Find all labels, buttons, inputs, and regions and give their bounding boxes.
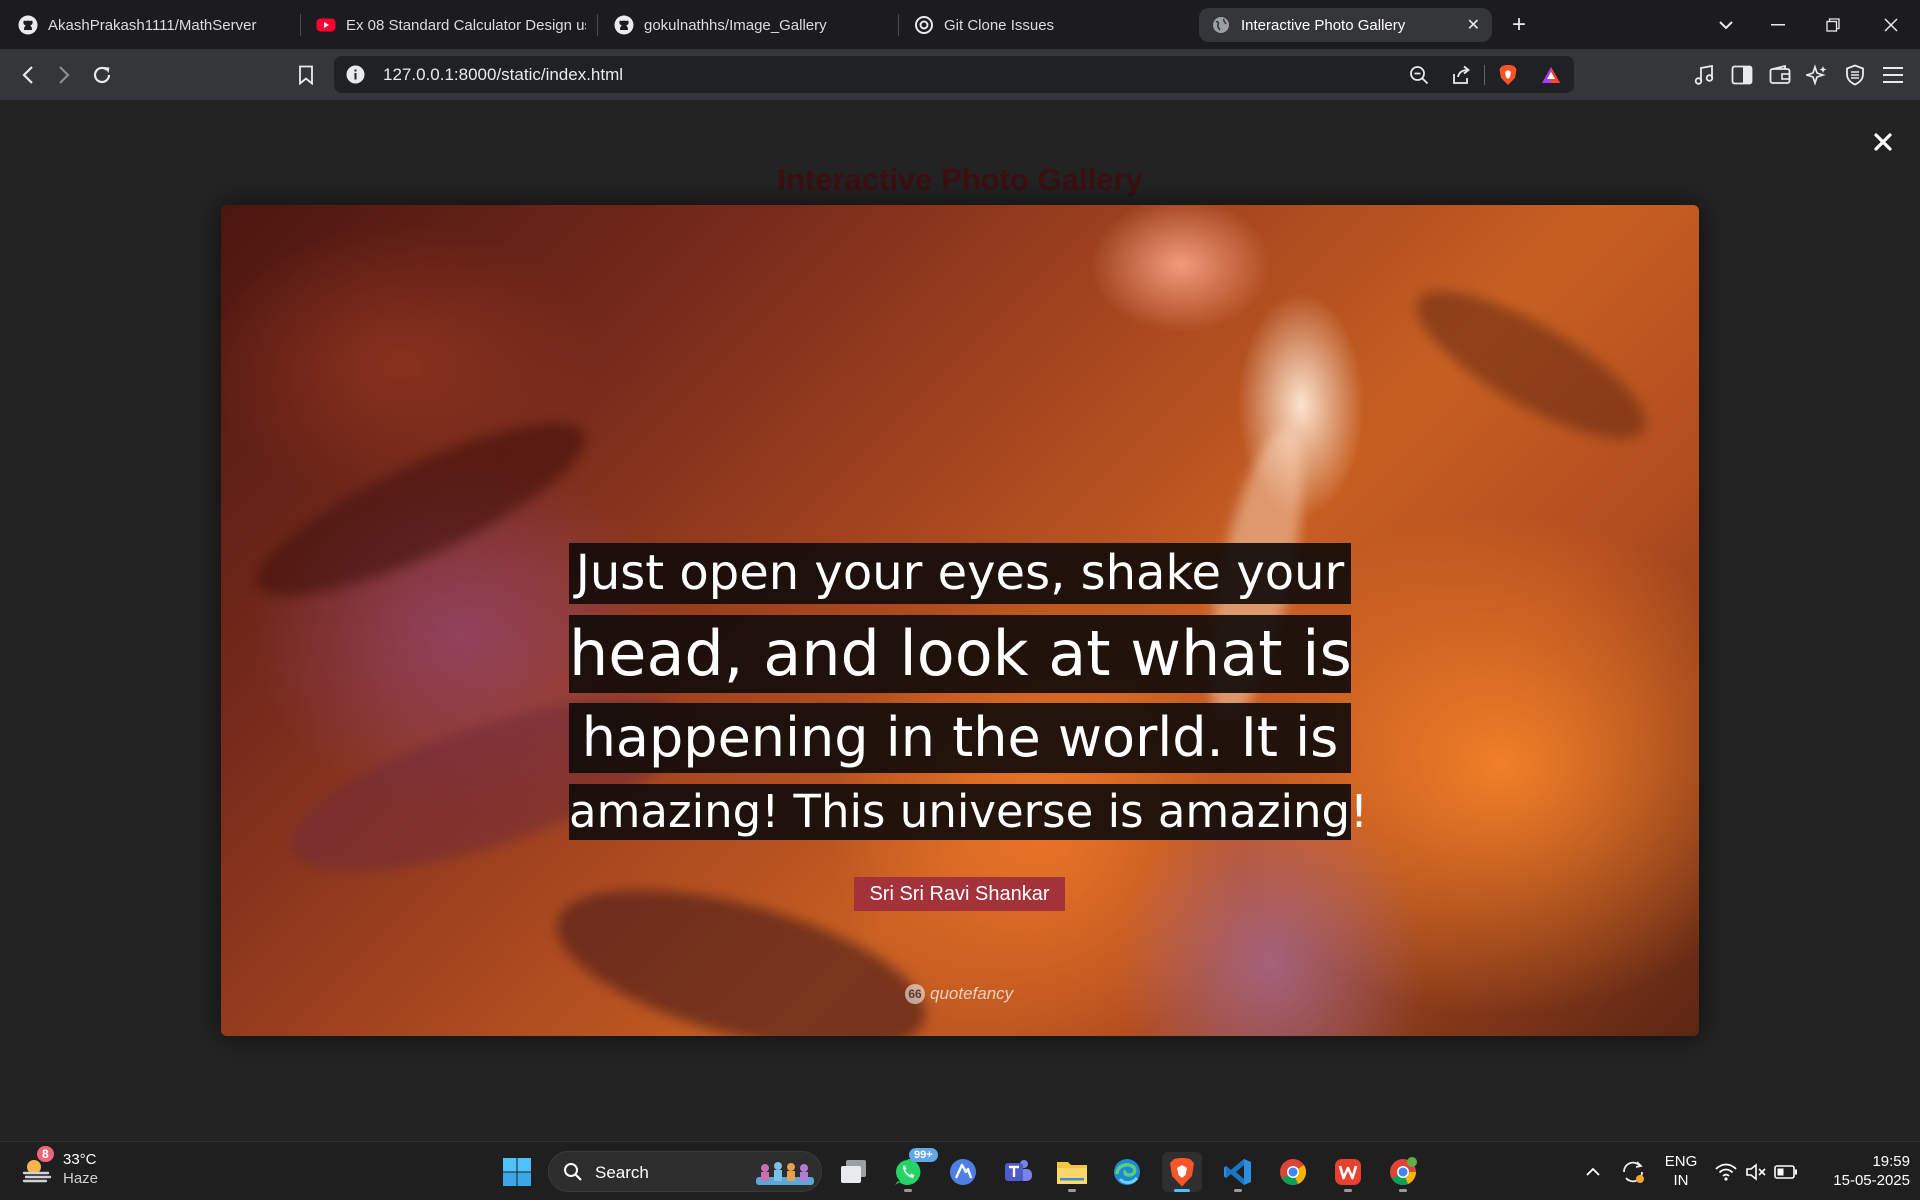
address-bar[interactable]: 127.0.0.1:8000/static/index.html xyxy=(334,56,1574,93)
wps-office-icon[interactable] xyxy=(1328,1152,1368,1192)
media-music-icon[interactable] xyxy=(1690,61,1718,89)
copilot-app-icon[interactable] xyxy=(943,1152,983,1192)
clock[interactable]: 19:59 15-05-2025 xyxy=(1812,1152,1910,1190)
show-hidden-icons-chevron-icon[interactable] xyxy=(1573,1152,1613,1192)
whatsapp-badge: 99+ xyxy=(909,1148,938,1162)
brave-shields-icon[interactable] xyxy=(1497,64,1519,86)
lightbox-close-icon[interactable] xyxy=(1870,129,1896,155)
running-indicator xyxy=(1344,1189,1352,1192)
quote-line: head, and look at what is xyxy=(569,615,1352,693)
windows-taskbar: 8 33°C Haze Search 99+ ENG IN 19:59 15-0… xyxy=(0,1141,1920,1200)
tab-close-icon[interactable]: ✕ xyxy=(1467,15,1480,35)
restore-button[interactable] xyxy=(1818,10,1848,40)
battery-icon[interactable] xyxy=(1768,1152,1804,1192)
github-icon xyxy=(614,15,634,35)
search-highlight-people-icon xyxy=(756,1159,814,1190)
browser-toolbar: 127.0.0.1:8000/static/index.html xyxy=(0,49,1920,100)
clock-date: 15-05-2025 xyxy=(1833,1172,1910,1189)
reload-icon[interactable] xyxy=(88,61,116,89)
new-tab-button[interactable]: + xyxy=(1504,10,1534,40)
weather-condition: Haze xyxy=(63,1170,99,1187)
quote-line: happening in the world. It is xyxy=(569,703,1351,773)
quote-author: Sri Sri Ravi Shankar xyxy=(854,877,1065,911)
omnibox-divider xyxy=(1484,65,1485,85)
github-icon xyxy=(18,15,38,35)
canyon-streak xyxy=(1398,265,1664,465)
tab-separator xyxy=(300,14,301,36)
zoom-out-icon[interactable] xyxy=(1408,64,1430,86)
edge-icon[interactable] xyxy=(1107,1152,1147,1192)
sync-icon[interactable] xyxy=(1613,1152,1653,1192)
running-indicator xyxy=(1399,1189,1407,1192)
wallet-icon[interactable] xyxy=(1766,61,1794,89)
running-indicator xyxy=(1234,1189,1242,1192)
running-indicator xyxy=(904,1189,912,1192)
site-info-icon[interactable] xyxy=(345,64,366,85)
weather-badge: 8 xyxy=(37,1146,54,1162)
bookmark-icon[interactable] xyxy=(292,61,320,89)
task-view-icon[interactable] xyxy=(834,1152,874,1192)
clock-time: 19:59 xyxy=(1872,1153,1910,1170)
canyon-streak xyxy=(238,393,604,627)
tab-calculator[interactable]: Ex 08 Standard Calculator Design us xyxy=(316,8,586,42)
brand-name: quotefancy xyxy=(930,984,1014,1003)
tab-git-clone-issues[interactable]: Git Clone Issues xyxy=(914,8,1184,42)
weather-haze-icon: 8 xyxy=(20,1146,54,1186)
minimize-button[interactable] xyxy=(1763,10,1793,40)
start-button[interactable] xyxy=(497,1152,537,1192)
quotefancy-watermark: 66 quotefancy xyxy=(905,983,1013,1005)
tab-label: Git Clone Issues xyxy=(944,16,1055,34)
search-icon xyxy=(563,1162,583,1187)
running-indicator xyxy=(1068,1189,1076,1192)
tab-label: gokulnathhs/Image_Gallery xyxy=(644,16,827,34)
quote-line: Just open your eyes, shake your xyxy=(569,543,1351,604)
tab-image-gallery[interactable]: gokulnathhs/Image_Gallery xyxy=(614,8,884,42)
menu-icon[interactable] xyxy=(1879,61,1907,89)
tab-mathserver[interactable]: AkashPrakash1111/MathServer xyxy=(18,8,288,42)
openai-icon xyxy=(914,15,934,35)
quote-line: amazing! This universe is amazing! xyxy=(569,784,1369,840)
language-code: ENG xyxy=(1664,1153,1698,1170)
chrome-profile-icon[interactable] xyxy=(1383,1152,1423,1192)
tab-separator xyxy=(597,14,598,36)
weather-widget[interactable]: 8 33°C Haze xyxy=(20,1146,99,1188)
language-region: IN xyxy=(1673,1172,1689,1189)
page-title: Interactive Photo Gallery xyxy=(777,162,1143,197)
youtube-icon xyxy=(316,15,336,35)
brave-rewards-icon[interactable] xyxy=(1540,64,1562,86)
search-label: Search xyxy=(595,1163,649,1182)
quote-mark-icon: 66 xyxy=(905,984,925,1004)
globe-icon xyxy=(1211,15,1231,35)
tab-interactive-photo-gallery[interactable]: Interactive Photo Gallery ✕ xyxy=(1199,8,1492,42)
back-icon[interactable] xyxy=(14,61,42,89)
vpn-shield-icon[interactable] xyxy=(1841,61,1869,89)
tab-label: Interactive Photo Gallery xyxy=(1241,16,1406,34)
tab-label: Ex 08 Standard Calculator Design us xyxy=(346,16,586,34)
share-icon[interactable] xyxy=(1450,64,1472,86)
weather-temp: 33°C xyxy=(63,1151,97,1168)
vscode-icon[interactable] xyxy=(1218,1152,1258,1192)
tab-search-chevron-icon[interactable] xyxy=(1711,10,1741,40)
tab-strip: AkashPrakash1111/MathServer Ex 08 Standa… xyxy=(0,0,1920,49)
tab-separator xyxy=(898,14,899,36)
page-viewport: Interactive Photo Gallery Just open your… xyxy=(0,100,1920,1141)
whatsapp-icon[interactable]: 99+ xyxy=(888,1148,938,1192)
tab-label: AkashPrakash1111/MathServer xyxy=(48,16,257,34)
teams-icon[interactable] xyxy=(998,1152,1038,1192)
file-explorer-icon[interactable] xyxy=(1052,1152,1092,1192)
taskbar-search[interactable]: Search xyxy=(548,1151,822,1192)
leo-ai-icon[interactable] xyxy=(1803,61,1831,89)
input-language-indicator[interactable]: ENG IN xyxy=(1660,1152,1702,1190)
brave-browser-icon[interactable] xyxy=(1162,1152,1202,1192)
url-text: 127.0.0.1:8000/static/index.html xyxy=(383,65,624,84)
sidebar-toggle-icon[interactable] xyxy=(1728,61,1756,89)
running-indicator xyxy=(1174,1189,1190,1192)
chrome-icon[interactable] xyxy=(1273,1152,1313,1192)
window-close-button[interactable] xyxy=(1876,10,1906,40)
forward-icon[interactable] xyxy=(50,61,78,89)
